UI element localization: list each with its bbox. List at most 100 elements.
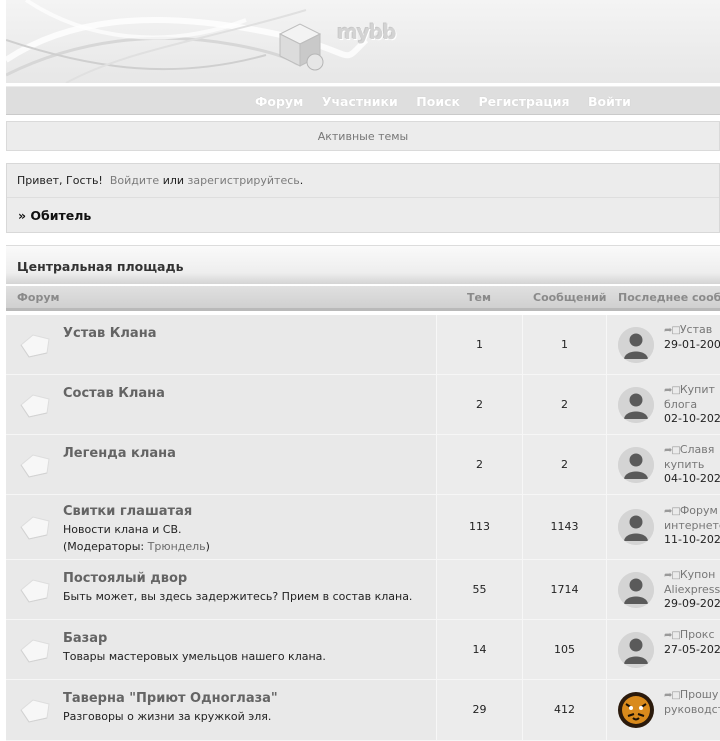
forum-status-icon — [19, 638, 51, 664]
goto-last-post-icon[interactable]: ➦□ — [664, 690, 681, 701]
mybb-logo-icon — [278, 23, 324, 71]
goto-last-post-icon[interactable]: ➦□ — [664, 506, 681, 517]
last-post-date: 04-10-202 — [664, 472, 720, 485]
nav-register[interactable]: Регистрация — [478, 94, 569, 109]
topics-count: 1 — [476, 338, 483, 351]
category-title[interactable]: Центральная площадь — [17, 259, 183, 274]
active-topics-link[interactable]: Активные темы — [318, 130, 409, 143]
posts-count: 1143 — [550, 520, 579, 533]
default-avatar-icon — [618, 632, 654, 668]
forum-title-link[interactable]: Свитки глашатая — [63, 504, 192, 519]
forum-status-icon — [19, 393, 51, 419]
last-post-link[interactable]: руководст — [664, 703, 720, 716]
site-logo[interactable]: mybb — [337, 20, 397, 44]
greeting: Привет, Гость! — [17, 174, 103, 187]
goto-last-post-icon[interactable]: ➦□ — [664, 630, 681, 641]
moderator-link[interactable]: Трюндель — [148, 540, 206, 553]
forum-row: Устав Клана 1 1 ➦□Устав 29-01-200 — [6, 315, 720, 375]
breadcrumb[interactable]: » Обитель — [18, 208, 91, 223]
posts-count: 412 — [554, 703, 575, 716]
topics-count: 55 — [472, 583, 487, 596]
welcome-text: Привет, Гость! Войдите или зарегистрируй… — [17, 174, 303, 187]
last-post-date: 02-10-202 — [664, 412, 720, 425]
posts-count-cell: 2 — [523, 435, 607, 494]
topics-count-cell: 29 — [437, 680, 523, 740]
divider — [7, 197, 719, 198]
last-post-link[interactable]: Прокс — [680, 628, 715, 641]
forum-info-cell: Состав Клана — [56, 375, 437, 434]
goto-last-post-icon[interactable]: ➦□ — [664, 445, 681, 456]
avatar[interactable] — [618, 327, 654, 363]
last-post-link[interactable]: купить — [664, 458, 704, 471]
avatar[interactable] — [618, 572, 654, 608]
col-forum: Форум — [17, 291, 60, 304]
forum-title-link[interactable]: Постоялый двор — [63, 571, 187, 586]
nav-forum[interactable]: Форум — [255, 94, 303, 109]
forum-row: Свитки глашатая Новости клана и СВ. (Модер… — [6, 495, 720, 560]
avatar[interactable] — [618, 632, 654, 668]
nav-search[interactable]: Поиск — [416, 94, 460, 109]
last-post-link[interactable]: Устав — [680, 323, 712, 336]
posts-count-cell: 2 — [523, 375, 607, 434]
forum-title-link[interactable]: Базар — [63, 631, 107, 646]
nav-members[interactable]: Участники — [322, 94, 398, 109]
avatar[interactable] — [618, 509, 654, 545]
topics-count-cell: 1 — [437, 315, 523, 374]
topics-count-cell: 113 — [437, 495, 523, 559]
goto-last-post-icon[interactable]: ➦□ — [664, 385, 681, 396]
topics-count-cell: 2 — [437, 375, 523, 434]
last-post-link[interactable]: Купон — [680, 568, 715, 581]
posts-count-cell: 105 — [523, 620, 607, 679]
avatar[interactable] — [618, 692, 654, 728]
forum-moderators: (Модераторы: Трюндель) — [63, 540, 210, 553]
topics-count: 2 — [476, 458, 483, 471]
forum-status-cell — [6, 435, 56, 494]
last-post-link[interactable]: Форум — [680, 504, 718, 517]
forum-row: Постоялый двор Быть может, вы здесь задер… — [6, 560, 720, 620]
forum-status-icon — [19, 578, 51, 604]
last-post-link[interactable]: Aliexpress — [664, 583, 720, 596]
last-post-cell: ➦□Купон Aliexpress 29-09-202 — [607, 560, 720, 619]
register-link[interactable]: зарегистрируйтесь — [188, 174, 300, 187]
moderators-close: ) — [205, 540, 210, 553]
forum-status-cell — [6, 680, 56, 740]
forum-title-link[interactable]: Устав Клана — [63, 326, 156, 341]
last-post-link[interactable]: интернете — [664, 519, 720, 532]
last-post-date: 29-09-202 — [664, 597, 720, 610]
forum-description: Новости клана и СВ. — [63, 523, 182, 536]
last-post-link[interactable]: Купит — [680, 383, 715, 396]
forum-status-icon — [19, 698, 51, 724]
last-post-link[interactable]: Славя — [680, 443, 715, 456]
forum-description: Разговоры о жизни за кружкой эля. — [63, 710, 272, 723]
posts-count: 2 — [561, 458, 568, 471]
avatar[interactable] — [618, 387, 654, 423]
posts-count: 105 — [554, 643, 575, 656]
last-post-link[interactable]: блога — [664, 398, 697, 411]
posts-count: 1714 — [550, 583, 579, 596]
last-post-info: ➦□Прошу руководст — [664, 688, 720, 717]
forum-title-link[interactable]: Состав Клана — [63, 386, 165, 401]
moderators-label: (Модераторы: — [63, 540, 148, 553]
nav-login[interactable]: Войти — [588, 94, 631, 109]
main-navigation: Форум Участники Поиск Регистрация Войти — [6, 86, 720, 115]
forum-description: Быть может, вы здесь задержитесь? Прием … — [63, 590, 413, 603]
forum-row: Легенда клана 2 2 ➦□Славя купить 04-10-202 — [6, 435, 720, 495]
goto-last-post-icon[interactable]: ➦□ — [664, 570, 681, 581]
topics-count: 14 — [472, 643, 487, 656]
forum-status-icon — [19, 453, 51, 479]
last-post-info: ➦□Купон Aliexpress 29-09-202 — [664, 568, 720, 611]
last-post-date: 27-05-202 — [664, 643, 720, 656]
avatar[interactable] — [618, 447, 654, 483]
posts-count-cell: 1143 — [523, 495, 607, 559]
topics-count-cell: 14 — [437, 620, 523, 679]
forum-title-link[interactable]: Таверна "Приют Одноглаза" — [63, 691, 278, 706]
forum-info-cell: Базар Товары мастеровых умельцов нашего к… — [56, 620, 437, 679]
last-post-info: ➦□Устав 29-01-200 — [664, 323, 720, 352]
forum-title-link[interactable]: Легенда клана — [63, 446, 176, 461]
login-link[interactable]: Войдите — [110, 174, 159, 187]
forum-info-cell: Легенда клана — [56, 435, 437, 494]
last-post-cell: ➦□Форум интернете 11-10-202 — [607, 495, 720, 559]
last-post-link[interactable]: Прошу — [680, 688, 719, 701]
posts-count-cell: 412 — [523, 680, 607, 740]
goto-last-post-icon[interactable]: ➦□ — [664, 325, 681, 336]
